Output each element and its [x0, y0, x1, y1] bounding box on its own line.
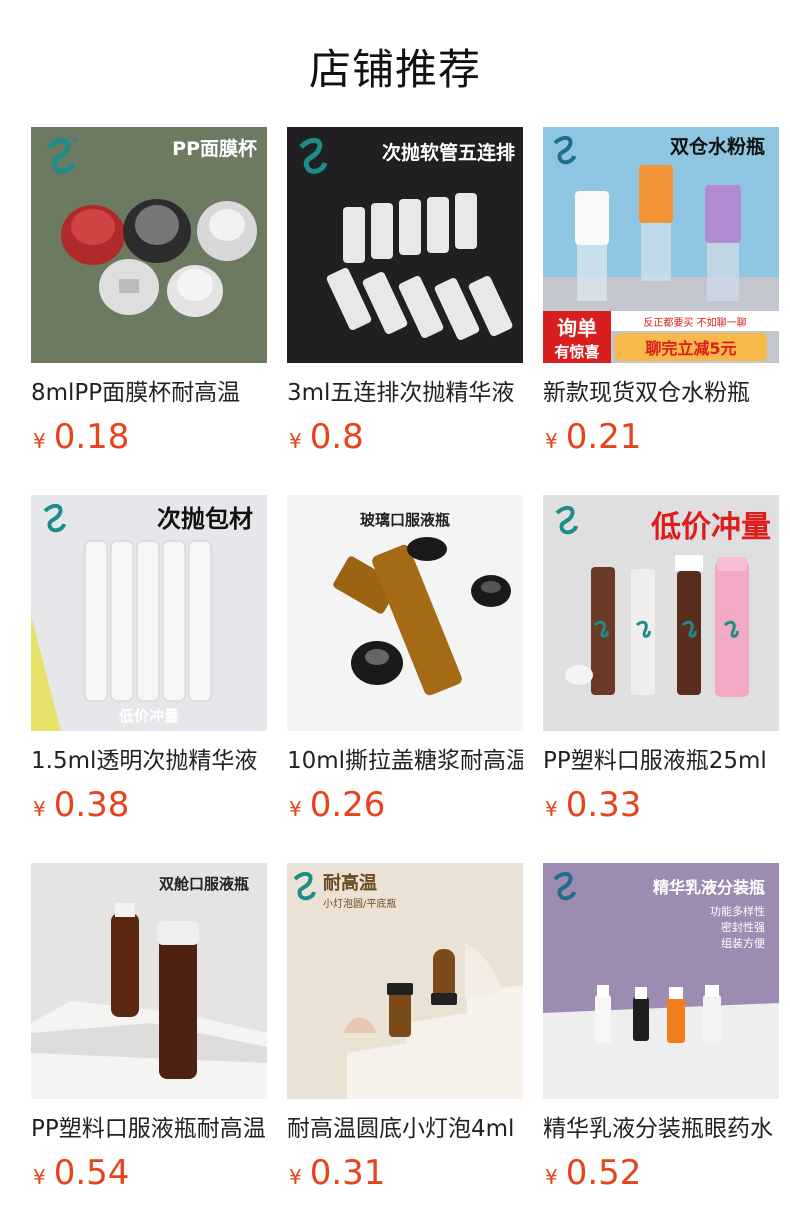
price-value: 0.54 [53, 1153, 130, 1193]
image-caption: 双舱口服液瓶 [159, 875, 249, 893]
currency-symbol: ¥ [289, 429, 302, 453]
product-name[interactable]: 10ml撕拉盖糖浆耐高温 [287, 745, 523, 777]
price-value: 0.21 [565, 417, 642, 457]
product-price: ¥ 0.33 [543, 785, 779, 829]
currency-symbol: ¥ [33, 1165, 46, 1189]
product-price: ¥ 0.52 [543, 1153, 779, 1197]
product-name[interactable]: 8mlPP面膜杯耐高温 [31, 377, 267, 409]
product-name[interactable]: PP塑料口服液瓶25ml [543, 745, 779, 777]
image-caption: 双仓水粉瓶 [670, 135, 765, 158]
product-card[interactable]: 低价冲量 PP塑料口服液瓶25ml ¥ 0.33 [543, 495, 779, 863]
currency-symbol: ¥ [289, 1165, 302, 1189]
product-card[interactable]: 玻璃口服液瓶 10ml撕拉盖糖浆耐高温 ¥ 0.26 [287, 495, 523, 863]
image-caption-2: 小灯泡圆/平底瓶 [323, 897, 396, 910]
product-price: ¥ 0.8 [287, 417, 523, 461]
promo-big: 询单 [557, 316, 597, 340]
product-name[interactable]: 耐高温圆底小灯泡4ml [287, 1113, 523, 1145]
image-feature-3: 组装方便 [721, 936, 765, 950]
product-image[interactable]: 双舱口服液瓶 [31, 863, 267, 1099]
product-card[interactable]: 双舱口服液瓶 PP塑料口服液瓶耐高温 ¥ 0.54 [31, 863, 267, 1231]
product-image[interactable]: 次抛软管五连排 [287, 127, 523, 363]
promo-line2: 聊完立减5元 [645, 339, 736, 358]
promo-line1: 反正都要买 不如聊一聊 [643, 316, 746, 329]
image-feature-2: 密封性强 [721, 920, 765, 934]
product-grid: PP面膜杯 8mlPP面膜杯耐高温 ¥ 0.18 次抛软管五连排 3ml五连排次… [31, 127, 779, 1231]
product-card[interactable]: PP面膜杯 8mlPP面膜杯耐高温 ¥ 0.18 [31, 127, 267, 495]
product-price: ¥ 0.26 [287, 785, 523, 829]
currency-symbol: ¥ [545, 429, 558, 453]
product-price: ¥ 0.18 [31, 417, 267, 461]
product-price: ¥ 0.31 [287, 1153, 523, 1197]
currency-symbol: ¥ [545, 797, 558, 821]
image-caption: 玻璃口服液瓶 [360, 511, 450, 529]
product-price: ¥ 0.21 [543, 417, 779, 461]
price-value: 0.18 [53, 417, 130, 457]
product-image[interactable]: 精华乳液分装瓶 功能多样性 密封性强 组装方便 [543, 863, 779, 1099]
image-caption-2: 低价冲量 [118, 707, 179, 725]
product-name[interactable]: 精华乳液分装瓶眼药水 [543, 1113, 779, 1145]
currency-symbol: ¥ [33, 797, 46, 821]
product-card[interactable]: 双仓水粉瓶 询单 有惊喜 反正都要买 不如聊一聊 聊完立减5元 新款现货双仓水粉… [543, 127, 779, 495]
product-price: ¥ 0.38 [31, 785, 267, 829]
price-value: 0.33 [565, 785, 642, 825]
product-image[interactable]: 双仓水粉瓶 询单 有惊喜 反正都要买 不如聊一聊 聊完立减5元 [543, 127, 779, 363]
image-caption: 耐高温 [323, 872, 377, 894]
image-feature-1: 功能多样性 [710, 904, 765, 918]
product-name[interactable]: 3ml五连排次抛精华液 [287, 377, 523, 409]
image-caption: 精华乳液分装瓶 [653, 878, 765, 897]
product-image[interactable]: 低价冲量 [543, 495, 779, 731]
price-value: 0.31 [309, 1153, 386, 1193]
promo-small: 有惊喜 [554, 343, 599, 361]
page-title: 店铺推荐 [308, 45, 481, 94]
image-caption: 次抛软管五连排 [382, 141, 515, 164]
product-card[interactable]: 精华乳液分装瓶 功能多样性 密封性强 组装方便 精华乳液分装瓶眼药水 ¥ 0.5… [543, 863, 779, 1231]
product-card[interactable]: 耐高温 小灯泡圆/平底瓶 耐高温圆底小灯泡4ml ¥ 0.31 [287, 863, 523, 1231]
product-name[interactable]: PP塑料口服液瓶耐高温 [31, 1113, 267, 1145]
product-image[interactable]: 次抛包材 低价冲量 [31, 495, 267, 731]
product-card[interactable]: 次抛包材 低价冲量 1.5ml透明次抛精华液 ¥ 0.38 [31, 495, 267, 863]
image-caption: 低价冲量 [650, 510, 771, 545]
product-image[interactable]: 耐高温 小灯泡圆/平底瓶 [287, 863, 523, 1099]
price-value: 0.8 [309, 417, 364, 457]
product-price: ¥ 0.54 [31, 1153, 267, 1197]
product-name[interactable]: 新款现货双仓水粉瓶 [543, 377, 779, 409]
product-card[interactable]: 次抛软管五连排 3ml五连排次抛精华液 ¥ 0.8 [287, 127, 523, 495]
price-value: 0.26 [309, 785, 386, 825]
product-image[interactable]: PP面膜杯 [31, 127, 267, 363]
product-image[interactable]: 玻璃口服液瓶 [287, 495, 523, 731]
image-caption: PP面膜杯 [172, 137, 257, 160]
currency-symbol: ¥ [289, 797, 302, 821]
price-value: 0.38 [53, 785, 130, 825]
currency-symbol: ¥ [33, 429, 46, 453]
product-name[interactable]: 1.5ml透明次抛精华液 [31, 745, 267, 777]
image-caption: 次抛包材 [157, 505, 253, 533]
price-value: 0.52 [565, 1153, 642, 1193]
currency-symbol: ¥ [545, 1165, 558, 1189]
